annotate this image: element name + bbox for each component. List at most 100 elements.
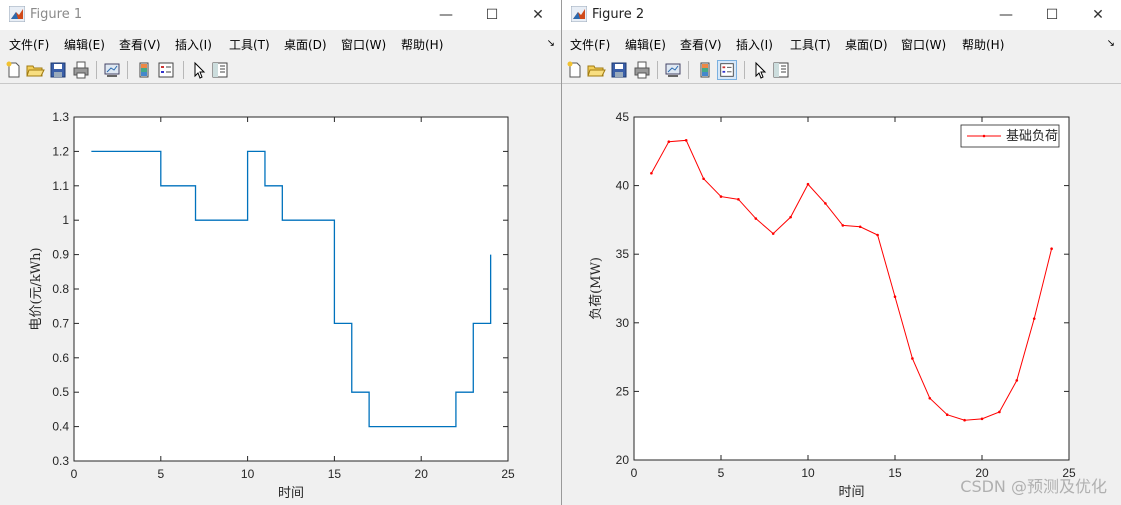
menu-overflow-icon[interactable]: ↘: [1107, 38, 1115, 49]
colorbar-icon[interactable]: [134, 60, 154, 80]
y-tick-label: 25: [616, 384, 630, 398]
x-tick-label: 15: [328, 467, 342, 481]
minimize-button[interactable]: —: [423, 0, 469, 30]
figure-1-window: Figure 1 — ☐ ✕ 文件(F) 编辑(E) 查看(V) 插入(I) 工…: [0, 0, 562, 505]
menu-desktop[interactable]: 桌面(D): [284, 36, 327, 53]
x-tick-label: 0: [631, 466, 638, 480]
property-inspector-icon[interactable]: [210, 60, 230, 80]
load-point: [771, 232, 775, 235]
load-point: [911, 357, 914, 360]
y-tick-label: 40: [616, 179, 630, 193]
save-icon[interactable]: [609, 60, 629, 80]
menu-view[interactable]: 查看(V): [119, 36, 161, 53]
open-file-icon[interactable]: [586, 60, 606, 80]
load-point: [1032, 317, 1036, 320]
open-file-icon[interactable]: [25, 60, 45, 80]
toolbar-separator: [744, 61, 745, 79]
menu-help[interactable]: 帮助(H): [401, 36, 443, 53]
load-point: [789, 215, 792, 219]
load-point: [754, 217, 758, 220]
load-point: [841, 224, 845, 227]
title-bar[interactable]: Figure 1 — ☐ ✕: [0, 0, 561, 30]
x-tick-label: 10: [801, 466, 815, 480]
close-button[interactable]: ✕: [1075, 0, 1121, 30]
legend-icon[interactable]: [156, 60, 176, 80]
menu-help[interactable]: 帮助(H): [962, 36, 1004, 53]
menu-tools[interactable]: 工具(T): [790, 36, 831, 53]
menu-window[interactable]: 窗口(W): [901, 36, 946, 53]
x-tick-label: 15: [888, 466, 902, 480]
y-tick-label: 30: [616, 316, 630, 330]
edit-plot-arrow-icon[interactable]: [750, 60, 770, 80]
print-icon[interactable]: [71, 60, 91, 80]
load-point: [737, 198, 740, 201]
matlab-icon: [9, 6, 25, 22]
menu-desktop[interactable]: 桌面(D): [845, 36, 888, 53]
y-tick-label: 35: [616, 247, 630, 261]
legend-icon[interactable]: [717, 60, 737, 80]
y-tick-label: 0.7: [52, 316, 69, 330]
menu-edit[interactable]: 编辑(E): [64, 36, 105, 53]
menu-tools[interactable]: 工具(T): [229, 36, 270, 53]
menu-overflow-icon[interactable]: ↘: [547, 38, 555, 49]
menu-file[interactable]: 文件(F): [570, 36, 610, 53]
toolbar-separator: [127, 61, 128, 79]
minimize-button[interactable]: —: [983, 0, 1029, 30]
load-point: [667, 140, 671, 143]
new-figure-icon[interactable]: [4, 60, 24, 80]
y-tick-label: 1.2: [52, 144, 69, 158]
print-icon[interactable]: [632, 60, 652, 80]
property-inspector-icon[interactable]: [771, 60, 791, 80]
colorbar-icon[interactable]: [695, 60, 715, 80]
window-title: Figure 1: [30, 7, 83, 22]
load-point: [650, 171, 653, 175]
toolbar: [0, 57, 561, 84]
title-bar[interactable]: Figure 2 — ☐ ✕: [562, 0, 1121, 30]
x-tick-label: 10: [241, 467, 255, 481]
load-point: [806, 182, 810, 186]
load-point: [963, 418, 966, 422]
y-tick-label: 45: [616, 110, 630, 124]
toolbar-separator: [96, 61, 97, 79]
y-tick-label: 0.4: [52, 420, 69, 434]
load-point: [719, 195, 723, 198]
x-tick-label: 5: [157, 467, 164, 481]
load-point: [1050, 247, 1053, 251]
close-button[interactable]: ✕: [515, 0, 561, 30]
toolbar: [562, 57, 1121, 84]
menu-insert[interactable]: 插入(I): [175, 36, 212, 53]
menu-file[interactable]: 文件(F): [9, 36, 49, 53]
y-axis-label: 负荷(MW): [589, 257, 604, 320]
x-tick-label: 5: [718, 466, 725, 480]
edit-plot-arrow-icon[interactable]: [189, 60, 209, 80]
y-tick-label: 0.9: [52, 248, 69, 262]
load-point: [1015, 379, 1019, 382]
load-point: [998, 410, 1001, 414]
load-point: [945, 413, 949, 417]
load-point: [928, 396, 932, 400]
figure-canvas: 0 5 10 15 20 25 20 25 30 35 40 45 时间 负荷(MW) 基础负荷: [562, 84, 1121, 505]
y-tick-label: 0.5: [52, 385, 69, 399]
legend-label: 基础负荷: [1006, 129, 1058, 144]
y-tick-label: 1.3: [52, 110, 69, 124]
menu-view[interactable]: 查看(V): [680, 36, 722, 53]
legend-marker: [982, 134, 986, 138]
y-tick-label: 20: [616, 453, 630, 467]
save-icon[interactable]: [48, 60, 68, 80]
y-axis-label: 电价(元/kWh): [29, 247, 44, 330]
load-point: [876, 233, 879, 237]
maximize-button[interactable]: ☐: [469, 0, 515, 30]
menu-window[interactable]: 窗口(W): [341, 36, 386, 53]
matlab-icon: [571, 6, 587, 22]
link-plot-icon[interactable]: [102, 60, 122, 80]
new-figure-icon[interactable]: [565, 60, 585, 80]
load-point: [684, 139, 688, 142]
load-point: [893, 295, 897, 299]
y-tick-label: 1: [62, 213, 69, 227]
y-tick-label: 0.8: [52, 282, 69, 296]
menu-edit[interactable]: 编辑(E): [625, 36, 666, 53]
maximize-button[interactable]: ☐: [1029, 0, 1075, 30]
price-chart: 0 5 10 15 20 25 0.3 0.4 0.5 0.6 0.7 0.8 0.9 1 1.1 1.2 1.…: [29, 110, 515, 501]
link-plot-icon[interactable]: [663, 60, 683, 80]
menu-insert[interactable]: 插入(I): [736, 36, 773, 53]
